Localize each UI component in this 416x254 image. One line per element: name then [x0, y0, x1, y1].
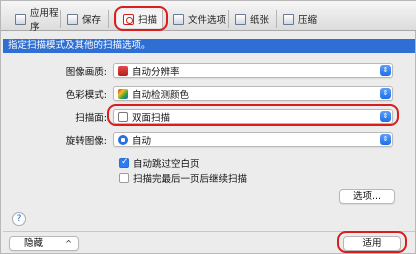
chevron-up-icon: ^ [65, 239, 72, 248]
continue-scan-label: 扫描完最后一页后继续扫描 [133, 174, 248, 185]
file-options-icon [173, 13, 184, 25]
settings-panel: 图像画质: 自动分辨率 ⇕ 色彩模式: 自动检测颜色 ⇕ 扫描面: 双面扫描 ⇕… [3, 53, 415, 231]
scan-side-label: 扫描面: [75, 113, 107, 124]
tab-label: 保存 [82, 15, 102, 26]
scan-side-select[interactable]: 双面扫描 ⇕ [113, 109, 393, 124]
hide-label: 隐藏 [24, 238, 44, 249]
color-mode-select[interactable]: 自动检测颜色 ⇕ [113, 86, 393, 101]
paper-icon [235, 13, 246, 25]
chevron-updown-icon: ⇕ [380, 88, 391, 99]
scan-side-value: 双面扫描 [132, 112, 171, 124]
tab-save[interactable]: 保存 [61, 10, 109, 28]
tab-label: 纸张 [250, 15, 270, 26]
rotate-label: 旋转图像: [65, 136, 107, 147]
description-banner: 指定扫描模式及其他的扫描选项。 [3, 39, 415, 53]
chevron-updown-icon: ⇕ [380, 134, 391, 145]
tab-scan[interactable]: 扫描 [117, 10, 163, 28]
image-quality-select[interactable]: 自动分辨率 ⇕ [113, 63, 393, 78]
tab-label: 压缩 [298, 15, 318, 26]
color-mode-label: 色彩模式: [65, 90, 107, 101]
options-button[interactable]: 选项... [339, 189, 395, 204]
bottom-divider [3, 231, 415, 232]
color-detect-icon [118, 88, 128, 99]
compression-icon [283, 13, 294, 25]
tab-file-options[interactable]: 文件选项 [167, 10, 229, 28]
help-button[interactable]: ? [12, 212, 26, 226]
chevron-updown-icon: ⇕ [380, 65, 391, 76]
skip-blank-checkbox[interactable]: 自动跳过空白页 [119, 156, 200, 170]
checkbox-unchecked-icon [119, 173, 129, 183]
save-icon [67, 13, 78, 25]
window-frame: 应用程序 保存 扫描 文件选项 纸张 压缩 指定扫描模式及其他的扫描选项。 图像… [0, 0, 416, 254]
chevron-updown-icon: ⇕ [380, 111, 391, 122]
color-mode-value: 自动检测颜色 [132, 89, 190, 101]
resolution-icon [118, 65, 128, 76]
tab-label: 应用程序 [30, 8, 59, 33]
image-quality-label: 图像画质: [65, 67, 107, 78]
rotate-select[interactable]: 自动 ⇕ [113, 132, 393, 147]
rotate-icon [118, 134, 128, 145]
tab-label: 扫描 [138, 15, 158, 26]
rotate-value: 自动 [132, 135, 152, 147]
tab-application[interactable]: 应用程序 [9, 8, 61, 33]
apply-button[interactable]: 适用 [343, 236, 401, 251]
image-quality-value: 自动分辨率 [132, 66, 180, 78]
tab-label: 文件选项 [188, 15, 227, 26]
tab-compression[interactable]: 压缩 [277, 10, 337, 28]
tab-paper[interactable]: 纸张 [229, 10, 277, 28]
skip-blank-label: 自动跳过空白页 [133, 159, 200, 170]
duplex-page-icon [118, 111, 128, 122]
continue-scan-checkbox[interactable]: 扫描完最后一页后继续扫描 [119, 171, 247, 185]
application-icon [15, 13, 26, 25]
tab-bar: 应用程序 保存 扫描 文件选项 纸张 压缩 [1, 1, 416, 33]
scan-icon [123, 13, 134, 25]
hide-button[interactable]: 隐藏 ^ [9, 236, 79, 251]
checkbox-checked-icon [119, 157, 129, 168]
